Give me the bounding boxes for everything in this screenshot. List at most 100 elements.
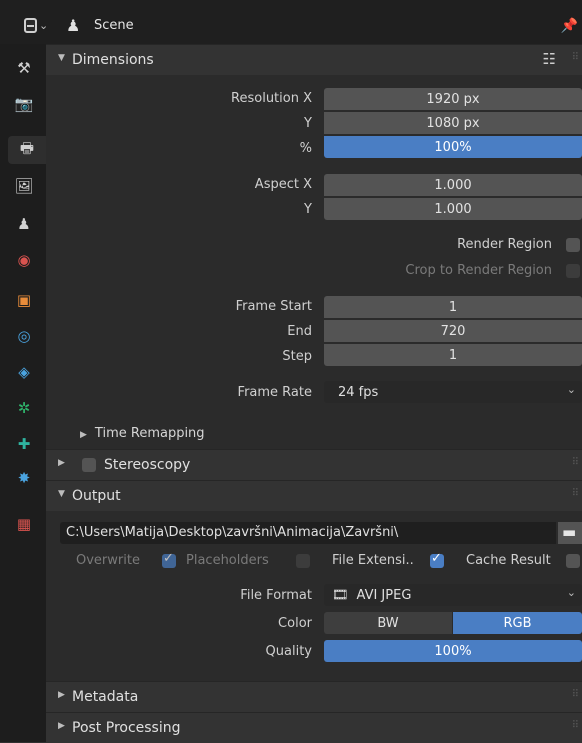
properties-editor-icon <box>24 18 37 33</box>
resolution-y-field[interactable]: 1080 px <box>324 112 582 134</box>
output-icon: 🖶 <box>19 138 35 157</box>
output-panel-body: C:\Users\Matija\Desktop\završni\Animacij… <box>46 511 582 683</box>
properties-header: ⌄ ♟ Scene 📌 <box>0 0 582 45</box>
output-panel-header[interactable]: ▼ Output ⠿ <box>46 480 582 511</box>
properties-tabs-sidebar: ⚒ 📷 🖶 🖼 ♟ ◉ ▣ ◎ ◈ ✲ ✚ ✸ ▦ <box>0 44 46 742</box>
frame-end-field[interactable]: 720 <box>324 320 582 342</box>
render-icon: 📷 <box>14 95 34 113</box>
folder-icon: ▬ <box>562 523 577 541</box>
tool-icon: ⚒ <box>17 59 31 77</box>
list-icon[interactable]: ☷ <box>543 50 556 68</box>
world-tab[interactable]: ◉ <box>8 246 40 274</box>
drag-grip-icon[interactable]: ⠿ <box>572 52 579 63</box>
chevron-down-icon: ⌄ <box>39 19 49 32</box>
time-remapping-subpanel[interactable]: ▶ Time Remapping <box>80 426 205 441</box>
collapsed-triangle-icon: ▶ <box>58 690 65 700</box>
color-bw-button[interactable]: BW <box>324 612 452 634</box>
frame-start-field[interactable]: 1 <box>324 296 582 318</box>
stereoscopy-title: Stereoscopy <box>104 457 191 473</box>
dimensions-panel-header[interactable]: ▼ Dimensions ☷ ⠿ <box>46 44 582 75</box>
stereoscopy-panel-header[interactable]: ▶ Stereoscopy ⠿ <box>46 449 582 480</box>
file-extension-checkbox[interactable] <box>430 551 444 568</box>
view-layer-icon: 🖼 <box>14 177 34 195</box>
modifiers-tab[interactable]: ◎ <box>8 322 40 350</box>
output-path-input[interactable]: C:\Users\Matija\Desktop\završni\Animacij… <box>60 522 556 544</box>
collapsed-triangle-icon: ▶ <box>58 721 65 731</box>
scene-label: Scene <box>94 18 134 33</box>
constraints-icon: ✚ <box>17 435 31 453</box>
physics-icon: ✲ <box>17 399 31 417</box>
editor-type-button[interactable]: ⌄ <box>24 18 48 34</box>
color-rgb-button[interactable]: RGB <box>453 612 582 634</box>
particles-icon: ◈ <box>18 363 30 381</box>
output-title: Output <box>72 488 121 504</box>
expanded-triangle-icon: ▼ <box>58 489 65 499</box>
collapsed-triangle-icon: ▶ <box>58 458 65 468</box>
output-tab[interactable]: 🖶 <box>8 136 46 164</box>
file-format-value: AVI JPEG <box>356 587 412 603</box>
aspect-x-field[interactable]: 1.000 <box>324 174 582 196</box>
drag-grip-icon[interactable]: ⠿ <box>572 689 579 700</box>
object-icon: ▣ <box>16 291 32 309</box>
scene-tab[interactable]: ♟ <box>8 210 40 238</box>
aspect-x-label: Aspect X <box>254 177 312 192</box>
properties-content: ▼ Dimensions ☷ ⠿ Resolution X 1920 px Y … <box>46 44 582 743</box>
drag-grip-icon[interactable]: ⠿ <box>572 457 579 468</box>
aspect-y-field[interactable]: 1.000 <box>324 198 582 220</box>
modifiers-icon: ◎ <box>17 327 31 345</box>
post-processing-title: Post Processing <box>72 720 181 736</box>
object-tab[interactable]: ▣ <box>8 286 40 314</box>
crop-render-region-checkbox[interactable] <box>566 264 580 278</box>
texture-tab[interactable]: ▦ <box>8 510 40 538</box>
expanded-triangle-icon: ▼ <box>58 53 65 63</box>
quality-label: Quality <box>265 644 312 659</box>
render-region-checkbox[interactable] <box>566 238 580 252</box>
drag-grip-icon[interactable]: ⠿ <box>572 720 579 731</box>
cache-result-checkbox[interactable] <box>566 554 580 568</box>
frame-end-label: End <box>287 324 312 339</box>
object-data-tab[interactable]: ✸ <box>8 464 40 492</box>
object-data-icon: ✸ <box>17 469 31 487</box>
file-extension-label: File Extensi.. <box>332 553 414 568</box>
resolution-percent-slider[interactable]: 100% <box>324 136 582 158</box>
chevron-down-icon: ⌄ <box>566 586 576 599</box>
resolution-x-field[interactable]: 1920 px <box>324 88 582 110</box>
render-region-label: Render Region <box>457 237 552 252</box>
stereoscopy-checkbox[interactable] <box>82 458 96 472</box>
color-label: Color <box>278 616 312 631</box>
frame-step-field[interactable]: 1 <box>324 344 582 366</box>
film-icon: 🎞 <box>332 587 349 603</box>
resolution-x-label: Resolution X <box>231 91 312 106</box>
particles-tab[interactable]: ◈ <box>8 358 40 386</box>
frame-step-label: Step <box>282 349 312 364</box>
folder-browse-button[interactable]: ▬ <box>558 522 582 544</box>
resolution-percent-label: % <box>299 141 312 156</box>
scene-icon: ♟ <box>66 16 81 35</box>
placeholders-checkbox[interactable] <box>296 554 310 568</box>
scene-icon: ♟ <box>17 215 31 233</box>
collapsed-triangle-icon: ▶ <box>80 430 87 440</box>
constraints-tab[interactable]: ✚ <box>8 430 40 458</box>
world-icon: ◉ <box>17 251 31 269</box>
aspect-y-label: Y <box>304 202 312 217</box>
output-path-text: C:\Users\Matija\Desktop\završni\Animacij… <box>66 525 399 540</box>
pin-icon[interactable]: 📌 <box>561 18 578 34</box>
file-format-dropdown[interactable]: 🎞 AVI JPEG ⌄ <box>324 584 582 606</box>
placeholders-label: Placeholders <box>186 553 269 568</box>
metadata-panel-header[interactable]: ▶ Metadata ⠿ <box>46 681 582 712</box>
cache-result-label: Cache Result <box>466 553 551 568</box>
render-tab[interactable]: 📷 <box>8 90 40 118</box>
crop-render-region-label: Crop to Render Region <box>405 263 552 278</box>
quality-slider[interactable]: 100% <box>324 640 582 662</box>
overwrite-checkbox[interactable] <box>162 551 176 568</box>
physics-tab[interactable]: ✲ <box>8 394 40 422</box>
post-processing-panel-header[interactable]: ▶ Post Processing ⠿ <box>46 712 582 743</box>
frame-rate-dropdown[interactable]: 24 fps ⌄ <box>324 381 582 403</box>
dimensions-panel-body: Resolution X 1920 px Y 1080 px % 100% As… <box>46 75 582 479</box>
tool-tab[interactable]: ⚒ <box>8 54 40 82</box>
frame-rate-label: Frame Rate <box>237 385 312 400</box>
frame-start-label: Frame Start <box>235 299 312 314</box>
dimensions-title: Dimensions <box>72 52 154 68</box>
view-layer-tab[interactable]: 🖼 <box>8 172 40 200</box>
drag-grip-icon[interactable]: ⠿ <box>572 488 579 499</box>
